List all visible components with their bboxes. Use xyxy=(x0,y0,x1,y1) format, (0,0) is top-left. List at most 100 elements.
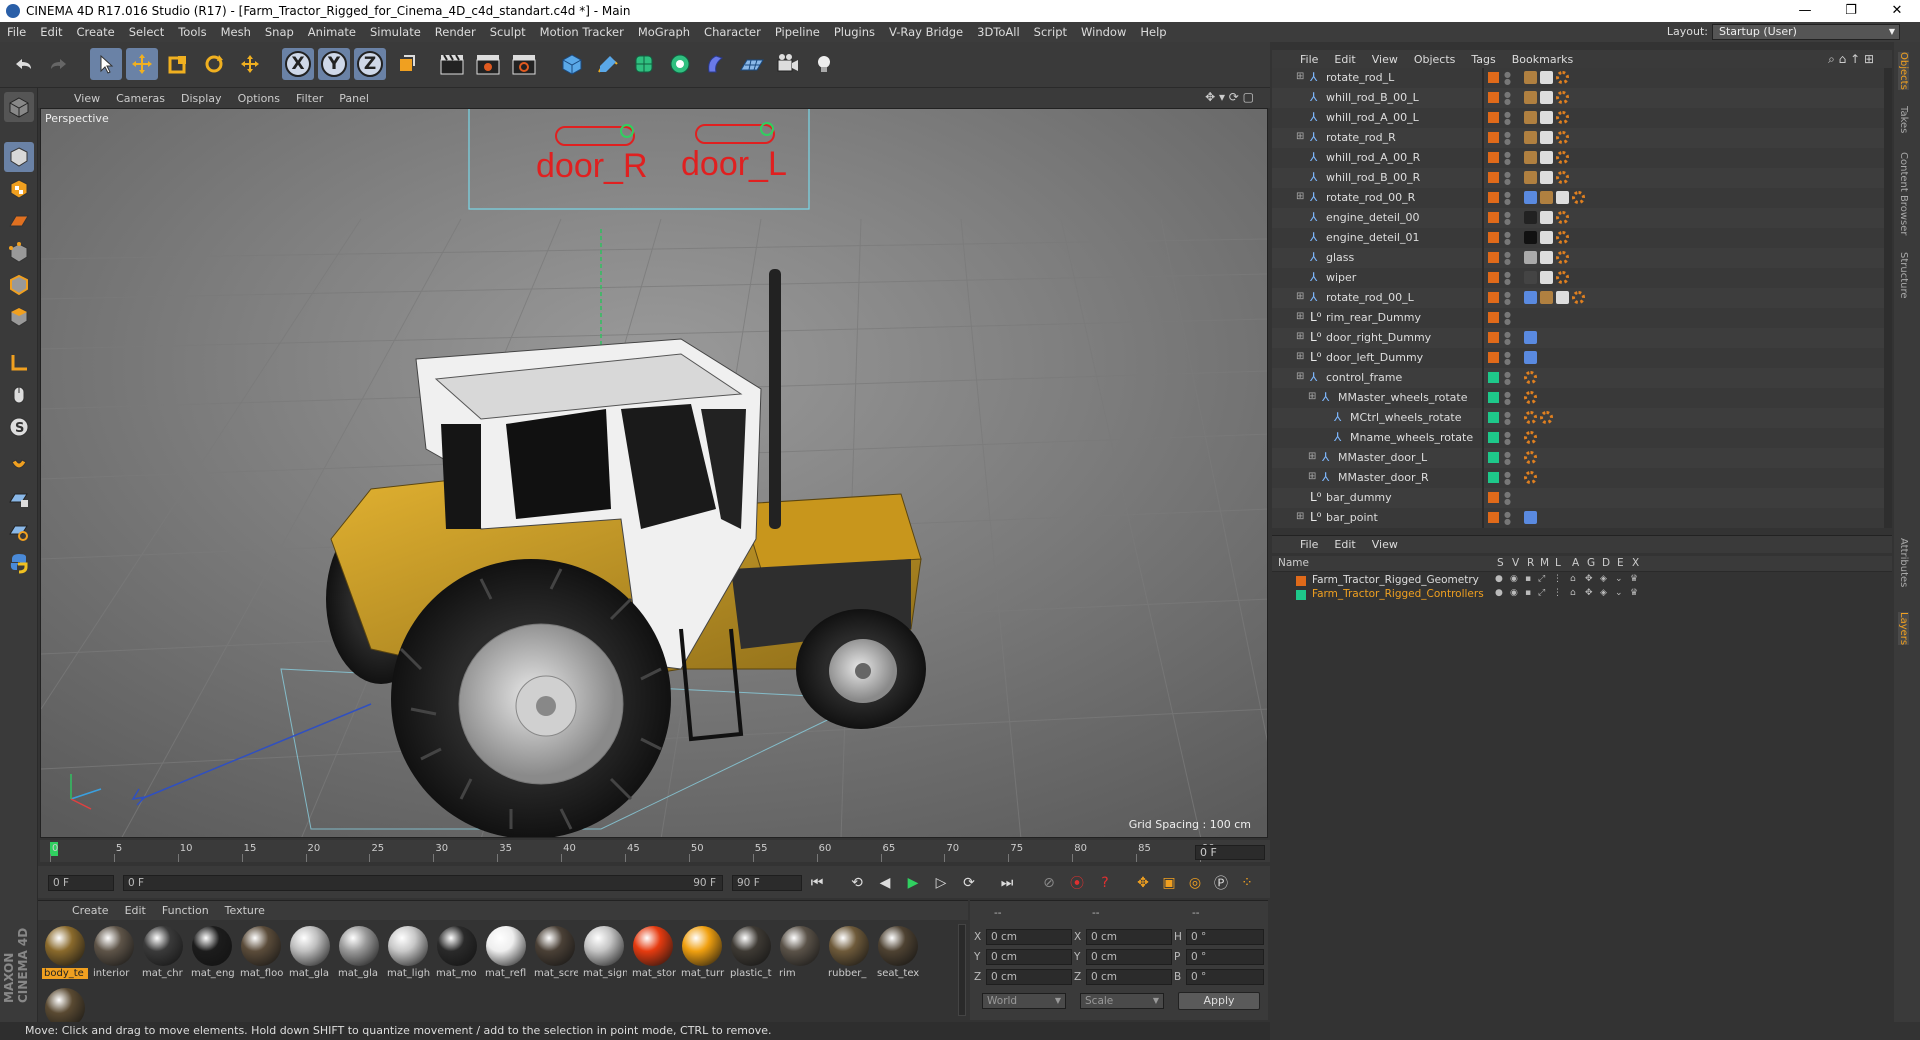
visibility-dots-icon[interactable]: ● ● xyxy=(1504,151,1511,166)
go-to-start-button[interactable]: ⏮ xyxy=(806,872,828,894)
visibility-dots-icon[interactable]: ● ● xyxy=(1504,371,1511,386)
layer-color-swatch[interactable] xyxy=(1488,212,1499,223)
tag-icon[interactable] xyxy=(1524,111,1537,124)
material-scrollbar[interactable] xyxy=(958,924,966,1016)
menu-3dtoall[interactable]: 3DToAll xyxy=(970,25,1027,39)
object-row[interactable]: L⁰ bar_dummy ● ● xyxy=(1272,488,1884,508)
visibility-dots-icon[interactable]: ● ● xyxy=(1504,291,1511,306)
visibility-dots-icon[interactable]: ● ● xyxy=(1504,431,1511,446)
rot-b-field[interactable]: 0 ° xyxy=(1186,969,1264,985)
recent-tool-button[interactable] xyxy=(234,48,266,80)
object-row[interactable]: ⅄ whill_rod_A_00_R ● ● xyxy=(1272,148,1884,168)
obj-menu-bookmarks[interactable]: Bookmarks xyxy=(1504,53,1581,66)
scale-tool-button[interactable] xyxy=(162,48,194,80)
material-swatch[interactable]: rubber_ xyxy=(826,924,872,979)
layer-flag-icon[interactable]: ⤢ xyxy=(1538,574,1545,584)
mat-menu-function[interactable]: Function xyxy=(154,904,217,917)
visibility-dots-icon[interactable]: ● ● xyxy=(1504,91,1511,106)
next-key-button[interactable]: ⟳ xyxy=(958,872,980,894)
tag-icon[interactable] xyxy=(1540,151,1553,164)
vp-menu-cameras[interactable]: Cameras xyxy=(108,92,173,105)
material-swatch[interactable]: mat_stor xyxy=(630,924,676,979)
menu-sculpt[interactable]: Sculpt xyxy=(483,25,533,39)
expand-icon[interactable]: ⊞ xyxy=(1296,292,1306,302)
mat-menu-create[interactable]: Create xyxy=(64,904,117,917)
key-position-button[interactable]: ✥ xyxy=(1132,872,1154,894)
coord-mode-select[interactable]: World ▼ xyxy=(982,993,1066,1009)
x-axis-lock-button[interactable]: X xyxy=(282,48,314,80)
workplane-tool-button[interactable] xyxy=(4,516,34,546)
material-swatch[interactable]: plastic_t xyxy=(728,924,774,979)
material-swatch[interactable]: mat_eng xyxy=(189,924,235,979)
expand-icon[interactable]: ⊞ xyxy=(1296,72,1306,82)
visibility-dots-icon[interactable]: ● ● xyxy=(1504,211,1511,226)
visibility-dots-icon[interactable]: ● ● xyxy=(1504,471,1511,486)
tag-icon[interactable] xyxy=(1524,411,1537,424)
vp-menu-view[interactable]: View xyxy=(66,92,108,105)
material-swatch[interactable]: mat_sign xyxy=(581,924,627,979)
tag-icon[interactable] xyxy=(1556,151,1569,164)
layer-row[interactable]: Farm_Tractor_Rigged_Controllers ● ◉ ▪ ⤢ ⋮ ⌂ ✥ ◈ ⌄… xyxy=(1272,588,1892,602)
move-tool-button[interactable] xyxy=(126,48,158,80)
next-frame-button[interactable]: ▷ xyxy=(930,872,952,894)
menu-character[interactable]: Character xyxy=(697,25,768,39)
layer-column-header[interactable]: M xyxy=(1540,557,1549,569)
layer-flag-icon[interactable]: ⌂ xyxy=(1570,588,1576,598)
maximize-button[interactable]: ❐ xyxy=(1828,0,1874,22)
material-swatch[interactable]: mat_chr xyxy=(140,924,186,979)
previous-key-button[interactable]: ⟲ xyxy=(846,872,868,894)
size-y-field[interactable]: 0 cm xyxy=(1086,949,1172,965)
size-x-field[interactable]: 0 cm xyxy=(1086,929,1172,945)
object-row[interactable]: ⊞ L⁰ door_left_Dummy ● ● xyxy=(1272,348,1884,368)
layer-flag-icon[interactable]: ● xyxy=(1495,574,1503,584)
side-tab[interactable]: Objects xyxy=(1898,52,1909,90)
key-rotation-button[interactable]: ◎ xyxy=(1184,872,1206,894)
object-row[interactable]: ⊞ ⅄ MMaster_door_R ● ● xyxy=(1272,468,1884,488)
visibility-dots-icon[interactable]: ● ● xyxy=(1504,391,1511,406)
expand-icon[interactable]: ⊞ xyxy=(1296,372,1306,382)
layer-flag-icon[interactable]: ▪ xyxy=(1525,574,1531,584)
menu-simulate[interactable]: Simulate xyxy=(363,25,428,39)
layer-color-swatch[interactable] xyxy=(1488,232,1499,243)
camera-button[interactable] xyxy=(772,48,804,80)
object-row[interactable]: ⅄ wiper ● ● xyxy=(1272,268,1884,288)
key-pla-button[interactable]: ⁘ xyxy=(1236,872,1258,894)
layer-flag-icon[interactable]: ◈ xyxy=(1600,588,1607,598)
layer-column-header[interactable]: L xyxy=(1555,557,1561,569)
object-row[interactable]: ⊞ ⅄ rotate_rod_00_R ● ● xyxy=(1272,188,1884,208)
side-tab[interactable]: Layers xyxy=(1898,612,1909,646)
menu-pipeline[interactable]: Pipeline xyxy=(768,25,827,39)
tag-icon[interactable] xyxy=(1524,251,1537,264)
layer-flag-icon[interactable]: ⋮ xyxy=(1553,574,1562,584)
object-list-scrollbar[interactable] xyxy=(1884,68,1892,528)
layer-color-swatch[interactable] xyxy=(1488,152,1499,163)
object-row[interactable]: ⊞ ⅄ MMaster_wheels_rotate ● ● xyxy=(1272,388,1884,408)
layer-flag-icon[interactable]: ⤢ xyxy=(1538,588,1545,598)
object-row[interactable]: ⊞ ⅄ MMaster_door_L ● ● xyxy=(1272,448,1884,468)
menu-animate[interactable]: Animate xyxy=(301,25,363,39)
size-mode-select[interactable]: Scale ▼ xyxy=(1080,993,1164,1009)
lock-workplane-button[interactable] xyxy=(4,484,34,514)
expand-icon[interactable]: ⊞ xyxy=(1296,132,1306,142)
tag-icon[interactable] xyxy=(1540,411,1553,424)
menu-file[interactable]: File xyxy=(0,25,33,39)
layer-flag-icon[interactable]: ▪ xyxy=(1525,588,1531,598)
side-tab[interactable]: Structure xyxy=(1898,252,1909,299)
vp-menu-panel[interactable]: Panel xyxy=(331,92,377,105)
layer-column-header[interactable]: V xyxy=(1512,557,1519,569)
layer-column-header[interactable]: Name xyxy=(1278,557,1309,569)
tag-icon[interactable] xyxy=(1540,111,1553,124)
visibility-dots-icon[interactable]: ● ● xyxy=(1504,171,1511,186)
expand-icon[interactable]: ⊞ xyxy=(1296,192,1306,202)
vp-menu-filter[interactable]: Filter xyxy=(288,92,331,105)
light-button[interactable] xyxy=(808,48,840,80)
tag-icon[interactable] xyxy=(1524,231,1537,244)
visibility-dots-icon[interactable]: ● ● xyxy=(1504,251,1511,266)
visibility-dots-icon[interactable]: ● ● xyxy=(1504,451,1511,466)
material-swatch[interactable]: mat_gla xyxy=(336,924,382,979)
layer-flag-icon[interactable]: ◉ xyxy=(1510,588,1518,598)
layer-color-swatch[interactable] xyxy=(1488,292,1499,303)
layer-color-swatch[interactable] xyxy=(1488,252,1499,263)
magnet-button[interactable] xyxy=(4,450,34,480)
apply-button[interactable]: Apply xyxy=(1178,992,1260,1010)
